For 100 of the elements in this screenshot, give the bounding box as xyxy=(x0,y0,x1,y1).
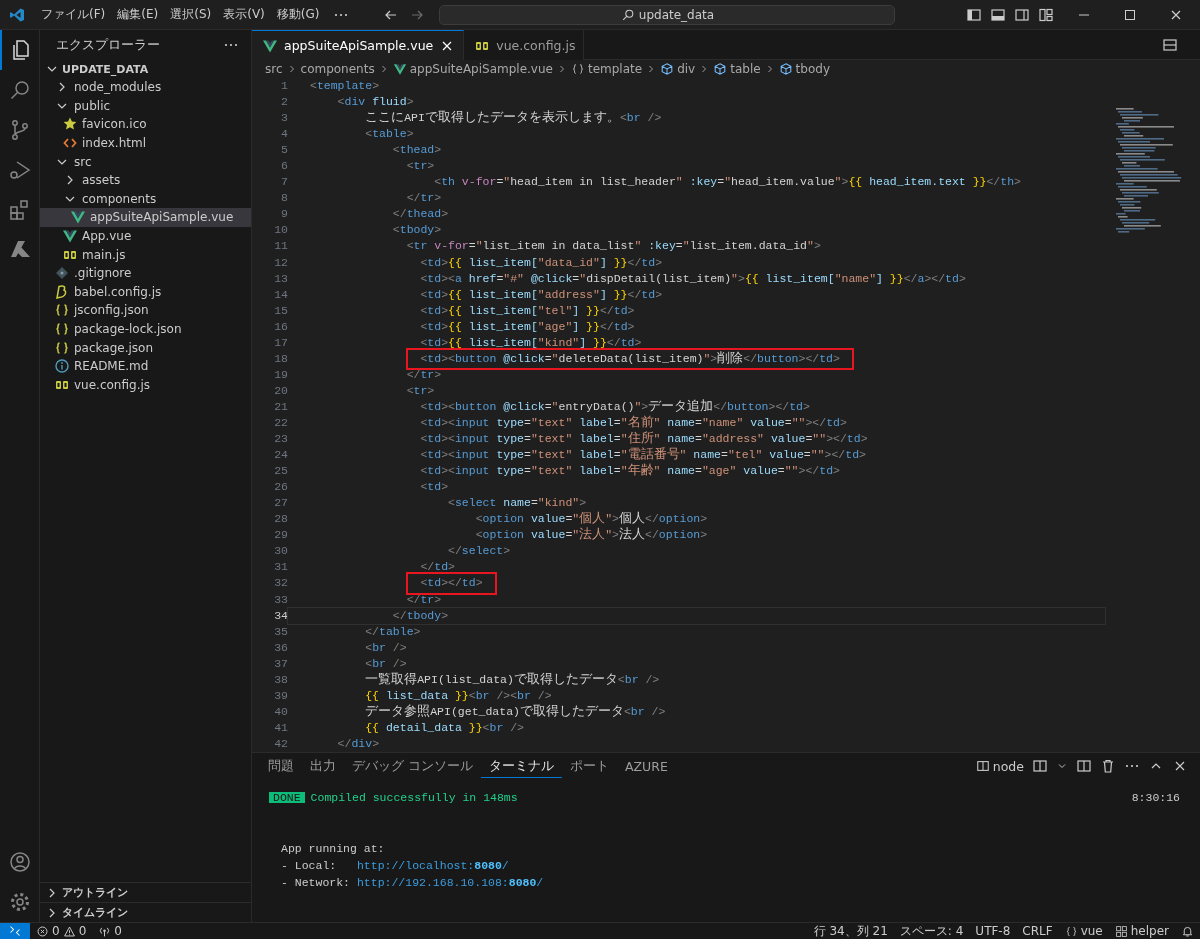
code-line: </tr> xyxy=(406,191,442,205)
cube-icon xyxy=(778,62,793,76)
panel-tab[interactable]: デバッグ コンソール xyxy=(344,754,481,778)
trash-icon[interactable] xyxy=(1100,758,1116,774)
status-item[interactable]: 行 34、列 21 xyxy=(807,923,894,939)
breadcrumb-item[interactable]: div xyxy=(660,62,696,76)
code-line: データ参照API(get_data)で取得したデータ<br /> xyxy=(365,704,666,718)
line-number: 22 xyxy=(273,415,288,431)
layout-icon[interactable] xyxy=(1038,6,1054,23)
remote-button[interactable] xyxy=(0,923,30,939)
tree-item[interactable]: main.js xyxy=(40,245,251,264)
menu-item[interactable]: ファイル(F) xyxy=(35,3,112,26)
line-number: 9 xyxy=(280,206,288,223)
secondary-sidebar-icon[interactable] xyxy=(1014,6,1030,23)
breadcrumb-item[interactable]: components xyxy=(300,62,375,76)
code-line: <td><input type="text" label="名前" name="name" value=""></td> xyxy=(420,416,847,429)
menu-item[interactable]: 表示(V) xyxy=(217,3,271,26)
line-number: 1 xyxy=(280,78,288,94)
code-line: <tr v-for="list_item in data_list" :key="list_item.data_id"> xyxy=(406,239,821,253)
bell-icon[interactable] xyxy=(1181,924,1194,938)
account-icon[interactable] xyxy=(7,850,32,874)
tree-item[interactable]: components xyxy=(40,189,251,209)
sidebar-toggle-icon[interactable] xyxy=(966,6,982,23)
code-line: {{ list_data }}<br /><br /> xyxy=(365,688,552,702)
tree-item[interactable]: src xyxy=(40,152,251,171)
code-line: </tbody> xyxy=(392,608,449,622)
code-line: <tbody> xyxy=(392,223,442,237)
section-header[interactable]: アウトライン xyxy=(40,882,251,902)
tree-item[interactable]: babel.config.js xyxy=(40,282,251,302)
code-line: </tr> xyxy=(406,367,442,381)
terminal-text: - Network: xyxy=(281,876,351,889)
braces-icon xyxy=(570,62,585,76)
tree-item[interactable]: node_modules xyxy=(40,78,251,97)
tree-item[interactable]: assets xyxy=(40,170,251,190)
line-number: 21 xyxy=(273,398,288,415)
tree-item[interactable]: README.md xyxy=(40,356,251,376)
menu-item[interactable]: 選択(S) xyxy=(164,3,218,26)
menu-item[interactable]: 編集(E) xyxy=(111,3,165,26)
profile-button[interactable]: helper xyxy=(1108,924,1175,938)
editor-tab[interactable]: appSuiteApiSample.vue xyxy=(252,30,465,60)
terminal-selector[interactable]: node xyxy=(975,758,1024,774)
split-icon[interactable] xyxy=(1076,758,1092,774)
ports-button[interactable]: 0 xyxy=(92,924,128,938)
line-number: 16 xyxy=(273,318,288,335)
editor-tab[interactable]: vue.config.js xyxy=(464,30,585,60)
code-line: <td></td> xyxy=(420,576,483,590)
line-number: 32 xyxy=(273,575,288,592)
code-line: </td> xyxy=(420,560,455,574)
code-line: </tr> xyxy=(406,592,442,606)
breadcrumb-item[interactable]: template xyxy=(570,62,643,76)
run-debug-icon[interactable] xyxy=(7,158,32,182)
tree-item[interactable]: vue.config.js xyxy=(40,375,251,395)
status-item[interactable]: スペース: 4 xyxy=(893,923,970,939)
remote-icon xyxy=(9,925,21,937)
line-number: 41 xyxy=(273,719,288,736)
breadcrumb-item[interactable]: tbody xyxy=(778,62,830,76)
line-number: 14 xyxy=(273,286,288,303)
tree-item[interactable]: appSuiteApiSample.vue xyxy=(40,208,251,227)
language-button[interactable]: vue xyxy=(1058,924,1109,938)
problems-button[interactable]: 0 0 xyxy=(30,924,93,938)
panel-tab[interactable]: ターミナル xyxy=(481,754,562,778)
tree-item[interactable]: index.html xyxy=(40,133,251,153)
tree-item[interactable]: jsconfig.json xyxy=(40,301,251,320)
split-editor-icon[interactable] xyxy=(1162,36,1178,53)
panel-tab[interactable]: 問題 xyxy=(260,754,302,778)
split-terminal-icon[interactable] xyxy=(1032,758,1048,774)
tree-item[interactable]: favicon.ico xyxy=(40,115,251,134)
line-number: 4 xyxy=(280,126,288,143)
code-line: {{ detail_data }}<br /> xyxy=(365,720,524,734)
breadcrumb-item[interactable]: table xyxy=(713,62,761,76)
status-item[interactable]: UTF-8 xyxy=(969,924,1017,938)
tree-item[interactable]: public xyxy=(40,96,251,116)
line-number: 19 xyxy=(273,366,288,383)
vue-file-icon xyxy=(62,228,78,245)
terminal-link[interactable]: http://localhost:8080/ xyxy=(356,859,509,872)
terminal-link[interactable]: http://192.168.10.108:8080/ xyxy=(356,876,544,889)
tree-item[interactable]: .gitignore xyxy=(40,263,251,283)
code-line: <option value="法人">法人</option> xyxy=(475,528,708,542)
search-field[interactable]: update_data xyxy=(439,4,896,25)
tree-root[interactable]: UPDATE_DATA xyxy=(40,60,251,78)
breadcrumb-item[interactable]: appSuiteApiSample.vue xyxy=(392,62,553,76)
line-number: 3 xyxy=(280,110,288,127)
code-line: <th v-for="head_item in list_header" :key="head_item.value">{{ head_item.text }}</th> xyxy=(434,175,1021,189)
code-line: <td><input type="text" label="電話番号" name="tel" value=""></td> xyxy=(420,448,866,462)
breadcrumb-item[interactable]: src xyxy=(265,62,283,76)
line-number: 15 xyxy=(273,302,288,319)
panel-tab[interactable]: AZURE xyxy=(617,755,676,777)
panel-tab[interactable]: 出力 xyxy=(302,754,344,778)
tree-item[interactable]: App.vue xyxy=(40,226,251,246)
braces-icon xyxy=(1064,924,1078,938)
panel-toggle-icon[interactable] xyxy=(990,6,1006,23)
tree-item[interactable]: package.json xyxy=(40,338,251,357)
line-number: 5 xyxy=(280,142,288,159)
status-item[interactable]: CRLF xyxy=(1016,924,1059,938)
code-line: 一覧取得API(list_data)で取得したデータ<br /> xyxy=(365,672,660,686)
line-number: 23 xyxy=(273,431,288,448)
menu-item[interactable]: 移動(G) xyxy=(270,3,326,26)
tree-item[interactable]: package-lock.json xyxy=(40,319,251,339)
line-number: 37 xyxy=(273,655,288,672)
panel-tab[interactable]: ポート xyxy=(562,754,617,778)
